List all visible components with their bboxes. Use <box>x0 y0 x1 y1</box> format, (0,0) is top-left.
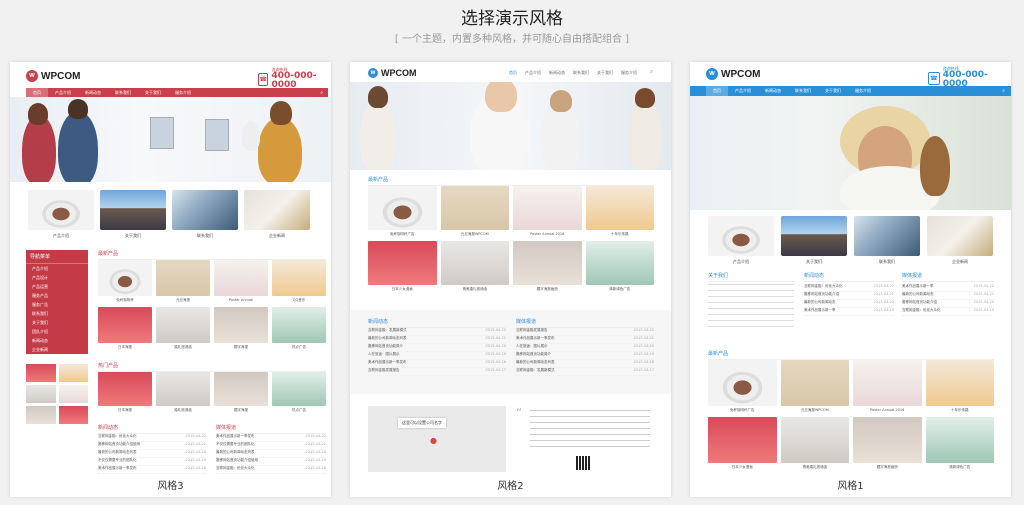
style-card-1[interactable]: w WPCOM ☎ 咨询热线 400-000-0000 首页 产品介绍 新闻动态… <box>690 62 1011 497</box>
style-2-nav: 首页 产品介绍 新闻动态 联系我们 关于我们 服务介绍 <box>509 70 637 75</box>
style-3-label[interactable]: 风格3 <box>10 477 331 492</box>
style-1-screenshot: w WPCOM ☎ 咨询热线 400-000-0000 首页 产品介绍 新闻动态… <box>690 62 1011 480</box>
style-3-screenshot: w WPCOM ☎ 咨询热线 400-000-0000 首页 产品介绍 新闻动态… <box>10 62 331 480</box>
page-title: 选择演示风格 <box>461 9 563 29</box>
style-3-thumbs: 产品介绍 关于我们 联系我们 企业新闻 <box>28 190 310 239</box>
wpcom-logo-icon: w <box>706 68 718 80</box>
style-3-sidebar: 导航菜单 产品介绍 产品设计 产品运营 服务产品 服务广告 联系我们 关于我们 … <box>26 250 88 424</box>
search-icon: ⌕ <box>320 89 323 96</box>
style-1-label[interactable]: 风格1 <box>690 477 1011 492</box>
style-1-hero <box>690 96 1011 210</box>
style-2-screenshot: w WPCOM 首页 产品介绍 新闻动态 联系我们 关于我们 服务介绍 ⌕ 最新… <box>350 62 671 480</box>
style-1-nav: 首页 产品介绍 新闻动态 联系我们 关于我们 服务介绍 ⌕ <box>690 86 1011 96</box>
style-2-news: 互联网金融：发展新模式 2015-04-22 最新的公司新闻动态列表 2015-04… <box>368 328 506 376</box>
style-card-3[interactable]: w WPCOM ☎ 咨询热线 400-000-0000 首页 产品介绍 新闻动态… <box>10 62 331 497</box>
search-icon: ⌕ <box>650 68 654 75</box>
phone-icon: ☎ <box>928 71 940 85</box>
style-3-nav: 首页 产品介绍 新闻动态 联系我们 关于我们 服务介绍 ⌕ <box>26 88 328 97</box>
style-3-products: 免杯咖啡杯 元旦海报 Poster Annual QQ音乐 日本海报 婚礼邀请函… <box>98 260 326 350</box>
phone-icon: ☎ <box>258 72 269 86</box>
style-1-news: 互联网金融：优化大众化 2015-04-22 搬移网站首页功能介绍 2015-04-… <box>804 284 894 316</box>
style-1-products: 免杯咖啡杯广告 元旦海报WPCOM Poster Annual 2016 十年乐… <box>708 360 994 470</box>
style-3-phone: ☎ 咨询热线 400-000-0000 <box>258 67 317 90</box>
style-card-2[interactable]: w WPCOM 首页 产品介绍 新闻动态 联系我们 关于我们 服务介绍 ⌕ 最新… <box>350 62 671 497</box>
qr-code-icon <box>576 456 590 470</box>
style-3-news: 互联网金融：优化大众化 2015-04-22 搬移网站首页功能介绍使用 2015-0… <box>98 434 206 474</box>
style-3-hero <box>10 97 331 182</box>
style-2-hero <box>350 82 671 170</box>
wpcom-logo-icon: w <box>368 68 378 78</box>
map-pin-icon: ● <box>430 436 437 445</box>
page-subtitle: [ 一个主题，内置多种风格，并可随心自由搭配组合 ] <box>394 34 630 45</box>
style-2-map: 这里可以设置公司名字 ● <box>368 406 506 472</box>
quote-icon: “ <box>516 406 523 420</box>
wpcom-logo-icon: w <box>26 70 38 82</box>
style-1-thumbs: 产品介绍 关于我们 联系我们 企业新闻 <box>708 216 993 265</box>
search-icon: ⌕ <box>1002 88 1005 94</box>
style-3-logo: w WPCOM <box>26 70 80 82</box>
style-2-label[interactable]: 风格2 <box>350 477 671 492</box>
style-2-products: 免杯咖啡杯广告 元旦海报WPCOM Poster Annual 2016 十年乐… <box>368 186 654 292</box>
style-2-logo: w WPCOM <box>368 68 417 78</box>
style-1-logo: w WPCOM <box>706 68 760 80</box>
